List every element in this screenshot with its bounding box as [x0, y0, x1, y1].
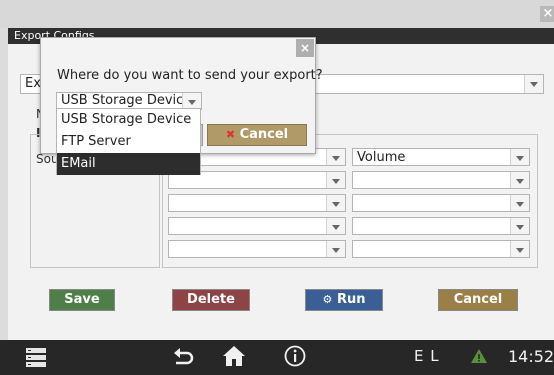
dialog-cancel-label: Cancel [239, 127, 289, 142]
info-icon[interactable] [284, 345, 306, 371]
back-icon[interactable] [172, 347, 194, 371]
desktop-top-bar [0, 0, 554, 28]
chevron-down-icon [510, 241, 529, 257]
chevron-down-icon [182, 93, 201, 109]
destination-select-value: USB Storage Device [61, 93, 192, 108]
mapping-col2-select[interactable] [352, 171, 530, 189]
menu-icon[interactable] [26, 347, 46, 371]
status-letters: E L [414, 347, 440, 365]
mapping-col1-select[interactable] [168, 240, 346, 258]
chevron-down-icon [510, 172, 529, 188]
mapping-col2-select[interactable]: Volume [352, 148, 530, 166]
destination-option[interactable]: USB Storage Device [57, 109, 200, 131]
mapping-col1-select[interactable] [168, 194, 346, 212]
chevron-down-icon [326, 149, 345, 165]
chevron-down-icon [326, 218, 345, 234]
run-button[interactable]: ⚙ Run [305, 289, 383, 311]
clock: 14:52 [508, 347, 554, 366]
close-icon: ✖ [225, 128, 236, 141]
mapping-col1-select[interactable] [168, 217, 346, 235]
gear-icon: ⚙ [322, 293, 333, 306]
cancel-button[interactable]: Cancel [438, 289, 518, 311]
chevron-down-icon [524, 75, 543, 93]
run-button-label: Run [336, 292, 366, 307]
mapping-col2-value: Volume [357, 150, 406, 165]
mapping-col2-select[interactable] [352, 240, 530, 258]
save-button[interactable]: Save [49, 289, 115, 311]
export-config-select-value: Ex [25, 76, 41, 91]
home-icon[interactable] [222, 345, 246, 371]
chevron-down-icon [326, 195, 345, 211]
dialog-close-icon[interactable]: × [296, 39, 314, 57]
chevron-down-icon [326, 241, 345, 257]
dialog-prompt: Where do you want to send your export? [57, 68, 323, 83]
chevron-down-icon [510, 218, 529, 234]
destination-option[interactable]: FTP Server [57, 131, 200, 153]
window-close-icon[interactable]: × [540, 6, 554, 22]
chevron-down-icon [326, 172, 345, 188]
delete-button[interactable]: Delete [172, 289, 250, 311]
chevron-down-icon [510, 149, 529, 165]
dialog-cancel-button[interactable]: ✖ Cancel [207, 124, 307, 146]
warning-icon [470, 348, 488, 368]
chevron-down-icon [510, 195, 529, 211]
destination-options-list: USB Storage Device FTP Server EMail [56, 108, 201, 175]
mapping-col2-select[interactable] [352, 194, 530, 212]
mapping-col2-select[interactable] [352, 217, 530, 235]
destination-option-highlighted[interactable]: EMail [57, 153, 200, 175]
